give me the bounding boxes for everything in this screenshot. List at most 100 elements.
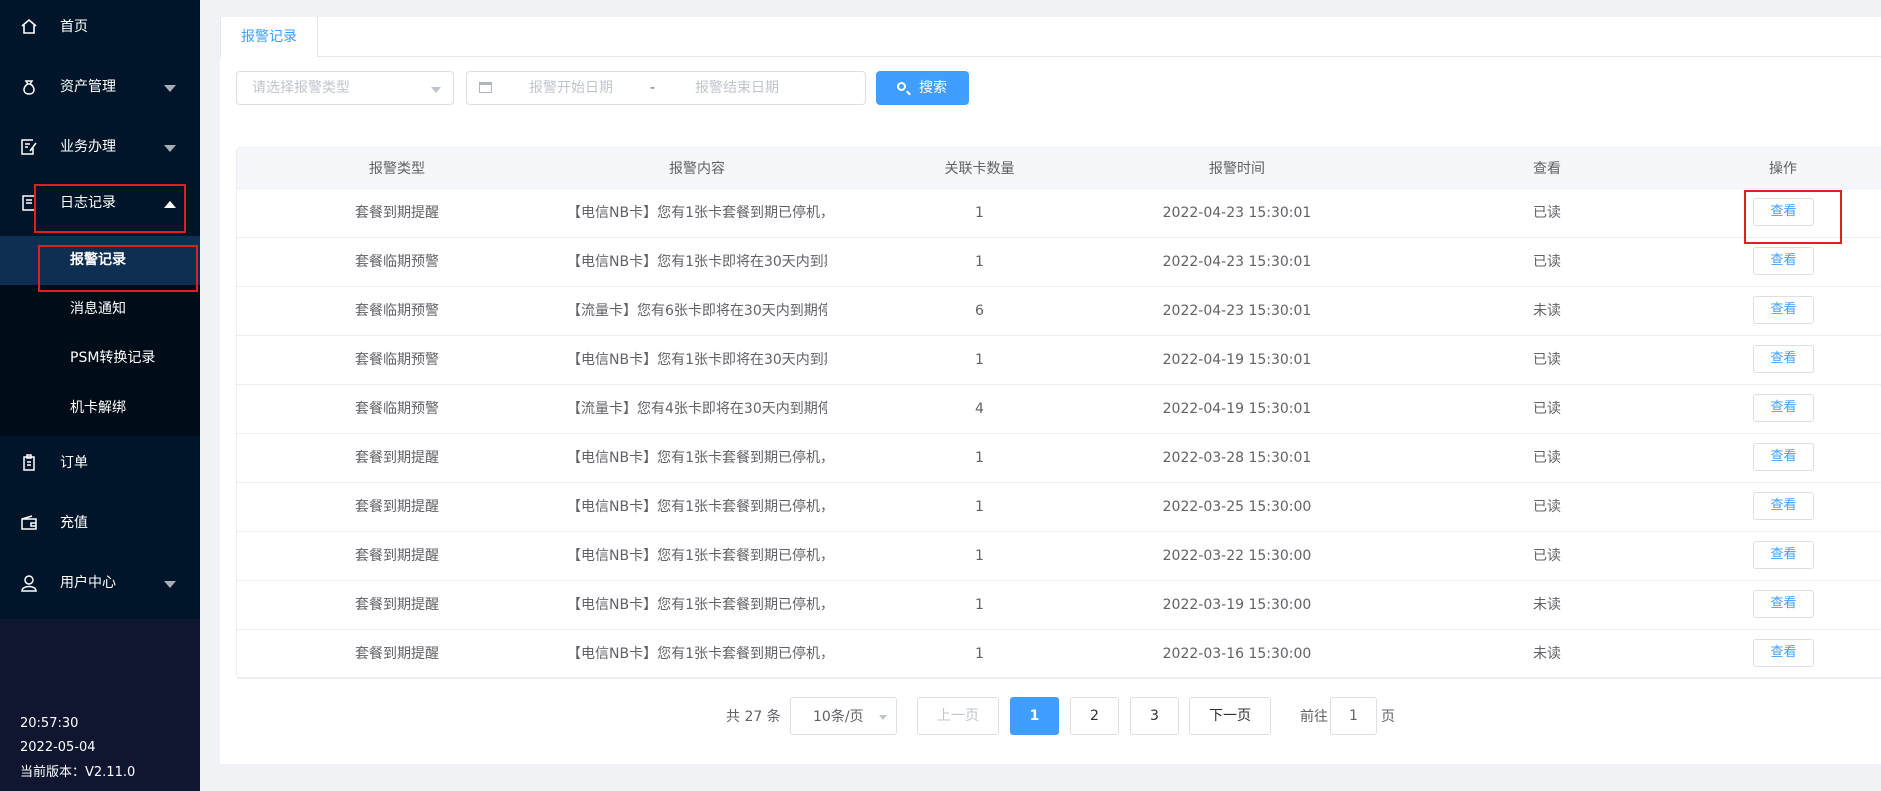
cell-count: 1 xyxy=(975,352,984,368)
table-row: 套餐到期提醒 【电信NB卡】您有1张卡套餐到期已停机，请... 1 2022-03-1… xyxy=(237,630,1881,679)
cell-content: 【电信NB卡】您有1张卡套餐到期已停机，请... xyxy=(567,205,827,221)
view-button[interactable]: 查看 xyxy=(1753,639,1814,667)
main-panel: 报警记录 请选择报警类型 报警开始日期 - 报警结束日期 搜索 报警类型 报警内… xyxy=(220,17,1881,764)
column-header: 关联卡数量 xyxy=(944,161,1015,177)
goto-label: 前往 xyxy=(1300,709,1328,725)
submenu-item-label: 机卡解绑 xyxy=(70,400,126,416)
cell-type: 套餐临期预警 xyxy=(355,401,439,417)
submenu-item-label: PSM转换记录 xyxy=(70,350,156,366)
clipboard-icon xyxy=(23,454,35,471)
total-count: 共 27 条 xyxy=(726,709,781,725)
cell-count: 1 xyxy=(975,597,984,613)
tab-alarm-records[interactable]: 报警记录 xyxy=(220,17,318,57)
view-button[interactable]: 查看 xyxy=(1753,590,1814,618)
chevron-down-icon xyxy=(879,715,887,720)
end-date-input[interactable]: 报警结束日期 xyxy=(695,80,779,96)
page-size-value: 10条/页 xyxy=(813,709,864,725)
search-button-label: 搜索 xyxy=(919,80,947,96)
page-button-1[interactable]: 1 xyxy=(1010,697,1059,735)
cell-content: 【电信NB卡】您有1张卡套餐到期已停机，请... xyxy=(567,499,827,515)
alarm-type-select[interactable]: 请选择报警类型 xyxy=(236,71,454,105)
cell-time: 2022-04-23 15:30:01 xyxy=(1162,205,1312,221)
cell-content: 【电信NB卡】您有1张卡即将在30天内到期停... xyxy=(567,254,827,270)
cell-count: 1 xyxy=(975,646,984,662)
column-header: 操作 xyxy=(1769,161,1797,177)
table-row: 套餐临期预警 【电信NB卡】您有1张卡即将在30天内到期停... 1 2022-04-… xyxy=(237,238,1881,287)
next-page-button[interactable]: 下一页 xyxy=(1189,697,1271,735)
goto-suffix: 页 xyxy=(1381,709,1395,725)
cell-content: 【电信NB卡】您有1张卡套餐到期已停机，请... xyxy=(567,646,827,662)
sidebar-item-label: 充值 xyxy=(60,515,88,531)
view-button[interactable]: 查看 xyxy=(1753,247,1814,275)
column-header: 查看 xyxy=(1533,161,1561,177)
view-button[interactable]: 查看 xyxy=(1753,296,1814,324)
cell-status: 已读 xyxy=(1533,548,1561,564)
chevron-down-icon xyxy=(164,85,176,92)
submenu-item-label: 消息通知 xyxy=(70,301,126,317)
cell-time: 2022-04-19 15:30:01 xyxy=(1162,401,1312,417)
cell-type: 套餐到期提醒 xyxy=(355,646,439,662)
range-separator: - xyxy=(650,80,656,96)
chevron-down-icon xyxy=(164,581,176,588)
sidebar-item-orders[interactable]: 订单 xyxy=(0,436,200,496)
sidebar-item-user-center[interactable]: 用户中心 xyxy=(0,556,200,616)
goto-page-input[interactable]: 1 xyxy=(1330,697,1377,735)
cell-content: 【电信NB卡】您有1张卡即将在30天内到期停... xyxy=(567,352,827,368)
page-button-2[interactable]: 2 xyxy=(1070,697,1119,735)
submenu-item-psm-records[interactable]: PSM转换记录 xyxy=(0,334,200,383)
view-button[interactable]: 查看 xyxy=(1753,345,1814,373)
page-button-3[interactable]: 3 xyxy=(1130,697,1179,735)
cell-time: 2022-03-16 15:30:00 xyxy=(1162,646,1312,662)
sidebar-item-assets[interactable]: 资产管理 xyxy=(0,60,200,120)
table-row: 套餐到期提醒 【电信NB卡】您有1张卡套餐到期已停机，请... 1 2022-04-2… xyxy=(237,189,1881,238)
home-icon xyxy=(21,18,37,34)
sidebar-item-home[interactable]: 首页 xyxy=(0,0,200,60)
select-placeholder: 请选择报警类型 xyxy=(252,80,350,96)
prev-page-button[interactable]: 上一页 xyxy=(917,697,999,735)
app-version: 当前版本：V2.11.0 xyxy=(20,765,136,780)
edit-document-icon xyxy=(21,139,37,155)
wallet-icon xyxy=(21,515,37,530)
highlight-box xyxy=(34,184,186,233)
cell-type: 套餐到期提醒 xyxy=(355,205,439,221)
cell-type: 套餐到期提醒 xyxy=(355,499,439,515)
submenu-item-unbind[interactable]: 机卡解绑 xyxy=(0,384,200,433)
sidebar-item-business[interactable]: 业务办理 xyxy=(0,120,200,180)
current-time: 20:57:30 xyxy=(20,716,79,731)
calendar-icon xyxy=(479,82,492,93)
table-row: 套餐到期提醒 【电信NB卡】您有1张卡套餐到期已停机，请... 1 2022-03-2… xyxy=(237,483,1881,532)
cell-count: 1 xyxy=(975,450,984,466)
cell-type: 套餐到期提醒 xyxy=(355,548,439,564)
view-button[interactable]: 查看 xyxy=(1753,394,1814,422)
search-button[interactable]: 搜索 xyxy=(876,71,969,105)
table-row: 套餐临期预警 【流量卡】您有4张卡即将在30天内到期停机... 4 2022-04-1… xyxy=(237,385,1881,434)
table-header: 报警类型 报警内容 关联卡数量 报警时间 查看 操作 xyxy=(237,148,1881,189)
cell-count: 1 xyxy=(975,205,984,221)
table-row: 套餐到期提醒 【电信NB卡】您有1张卡套餐到期已停机，请... 1 2022-03-1… xyxy=(237,581,1881,630)
cell-type: 套餐临期预警 xyxy=(355,352,439,368)
start-date-input[interactable]: 报警开始日期 xyxy=(529,80,613,96)
cell-status: 未读 xyxy=(1533,597,1561,613)
sidebar-item-label: 资产管理 xyxy=(60,79,116,95)
cell-content: 【电信NB卡】您有1张卡套餐到期已停机，请... xyxy=(567,450,827,466)
view-button[interactable]: 查看 xyxy=(1753,541,1814,569)
cell-type: 套餐临期预警 xyxy=(355,254,439,270)
view-button[interactable]: 查看 xyxy=(1753,443,1814,471)
submenu-item-notifications[interactable]: 消息通知 xyxy=(0,285,200,334)
chevron-down-icon xyxy=(431,87,441,93)
column-header: 报警时间 xyxy=(1209,161,1265,177)
table-row: 套餐到期提醒 【电信NB卡】您有1张卡套餐到期已停机，请... 1 2022-03-2… xyxy=(237,532,1881,581)
table-row: 套餐临期预警 【流量卡】您有6张卡即将在30天内到期停机... 6 2022-04-2… xyxy=(237,287,1881,336)
cell-time: 2022-03-22 15:30:00 xyxy=(1162,548,1312,564)
view-button[interactable]: 查看 xyxy=(1753,492,1814,520)
cell-status: 已读 xyxy=(1533,254,1561,270)
column-header: 报警内容 xyxy=(669,161,725,177)
page-size-select[interactable]: 10条/页 xyxy=(790,697,897,735)
cell-content: 【电信NB卡】您有1张卡套餐到期已停机，请... xyxy=(567,548,827,564)
highlight-box xyxy=(1744,190,1842,244)
date-range-picker[interactable]: 报警开始日期 - 报警结束日期 xyxy=(466,71,866,105)
cell-status: 未读 xyxy=(1533,646,1561,662)
sidebar-item-recharge[interactable]: 充值 xyxy=(0,496,200,556)
sidebar-item-label: 业务办理 xyxy=(60,139,116,155)
user-icon xyxy=(21,575,37,592)
